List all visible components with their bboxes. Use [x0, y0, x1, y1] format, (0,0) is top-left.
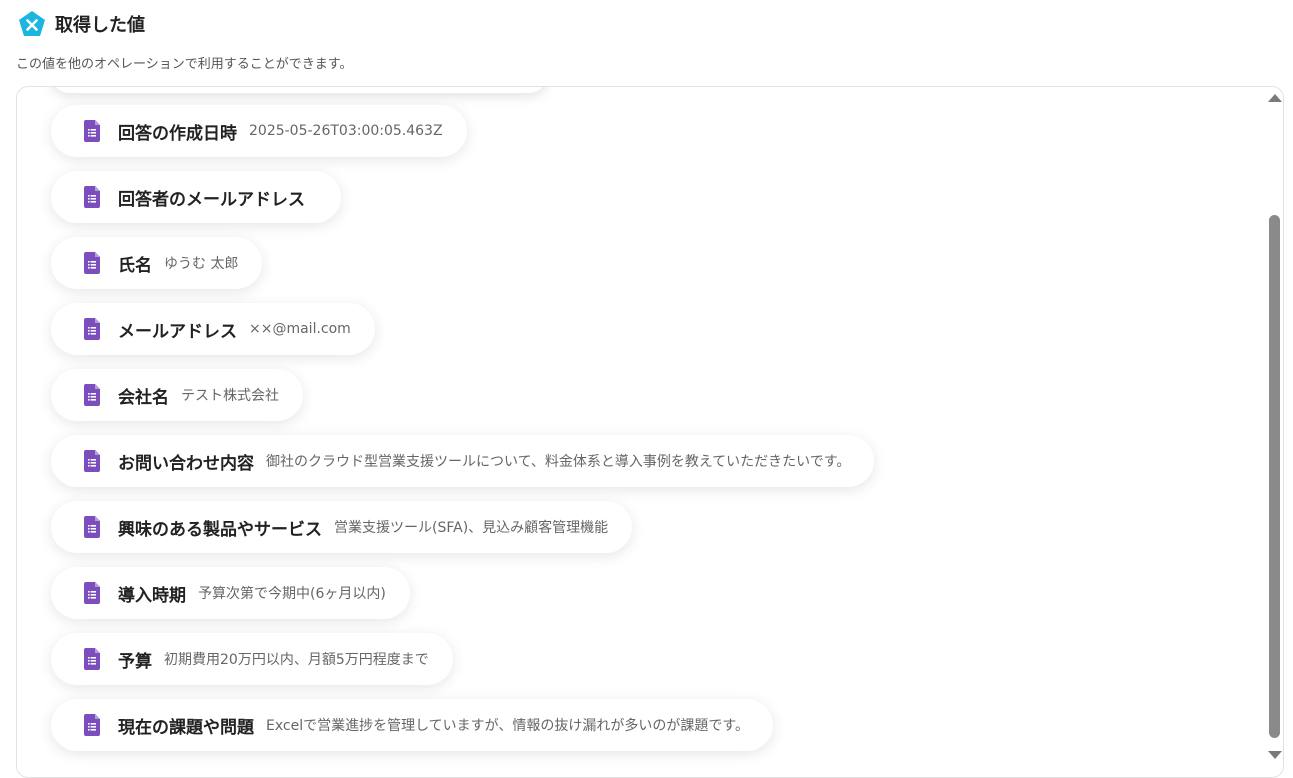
value-item-partial[interactable] — [51, 87, 547, 93]
header: 取得した値 — [18, 10, 145, 38]
value-item-value: 予算次第で今期中(6ヶ月以内) — [198, 586, 386, 602]
value-item-value: 初期費用20万円以内、月額5万円程度まで — [164, 652, 429, 668]
value-item[interactable]: 現在の課題や問題 Excelで営業進捗を管理していますが、情報の抜け漏れが多いの… — [51, 699, 773, 751]
google-forms-document-icon — [84, 516, 100, 538]
google-forms-document-icon — [84, 252, 100, 274]
value-item-value: ××@mail.com — [249, 321, 351, 337]
section-description: この値を他のオペレーションで利用することができます。 — [16, 57, 353, 72]
value-item[interactable]: 会社名 テスト株式会社 — [51, 369, 303, 421]
google-forms-document-icon — [84, 582, 100, 604]
value-item[interactable]: 導入時期 予算次第で今期中(6ヶ月以内) — [51, 567, 410, 619]
vertical-scrollbar[interactable] — [1266, 87, 1283, 777]
value-item-value: 営業支援ツール(SFA)、見込み顧客管理機能 — [334, 520, 609, 536]
values-panel: 回答の作成日時 2025-05-26T03:00:05.463Z 回答者のメール… — [16, 86, 1284, 778]
value-list: 回答の作成日時 2025-05-26T03:00:05.463Z 回答者のメール… — [51, 105, 875, 765]
google-forms-document-icon — [84, 120, 100, 142]
value-item[interactable]: 回答の作成日時 2025-05-26T03:00:05.463Z — [51, 105, 467, 157]
google-forms-document-icon — [84, 450, 100, 472]
value-item-label: 導入時期 — [118, 585, 186, 606]
value-item[interactable]: 回答者のメールアドレス — [51, 171, 341, 223]
value-item-value: 御社のクラウド型営業支援ツールについて、料金体系と導入事例を教えていただきたいで… — [266, 454, 851, 470]
values-scroll-area[interactable]: 回答の作成日時 2025-05-26T03:00:05.463Z 回答者のメール… — [17, 87, 1265, 777]
yoom-logo-icon — [19, 11, 45, 36]
google-forms-document-icon — [84, 648, 100, 670]
value-item[interactable]: お問い合わせ内容 御社のクラウド型営業支援ツールについて、料金体系と導入事例を教… — [51, 435, 875, 487]
value-item-label: メールアドレス — [118, 321, 237, 342]
google-forms-document-icon — [84, 384, 100, 406]
scroll-up-arrow-icon[interactable] — [1268, 94, 1282, 102]
value-item-label: 会社名 — [118, 387, 169, 408]
value-item[interactable]: 氏名 ゆうむ 太郎 — [51, 237, 263, 289]
value-item-label: 回答者のメールアドレス — [118, 189, 305, 210]
value-item-value: テスト株式会社 — [181, 388, 279, 404]
value-item[interactable]: 興味のある製品やサービス 営業支援ツール(SFA)、見込み顧客管理機能 — [51, 501, 633, 553]
value-item[interactable]: 予算 初期費用20万円以内、月額5万円程度まで — [51, 633, 453, 685]
google-forms-document-icon — [84, 318, 100, 340]
value-item-label: お問い合わせ内容 — [118, 453, 254, 474]
value-item-value: 2025-05-26T03:00:05.463Z — [249, 123, 443, 139]
value-item-label: 現在の課題や問題 — [118, 717, 254, 738]
value-item-value: ゆうむ 太郎 — [164, 256, 239, 272]
value-item-label: 予算 — [118, 651, 152, 672]
value-item-value: Excelで営業進捗を管理していますが、情報の抜け漏れが多いのが課題です。 — [266, 718, 749, 734]
google-forms-document-icon — [84, 186, 100, 208]
value-item[interactable]: メールアドレス ××@mail.com — [51, 303, 375, 355]
value-item-label: 興味のある製品やサービス — [118, 519, 322, 540]
value-item-label: 氏名 — [118, 255, 152, 276]
google-forms-document-icon — [84, 714, 100, 736]
value-item-label: 回答の作成日時 — [118, 123, 237, 144]
section-title: 取得した値 — [55, 15, 145, 36]
scrollbar-thumb[interactable] — [1269, 215, 1280, 738]
